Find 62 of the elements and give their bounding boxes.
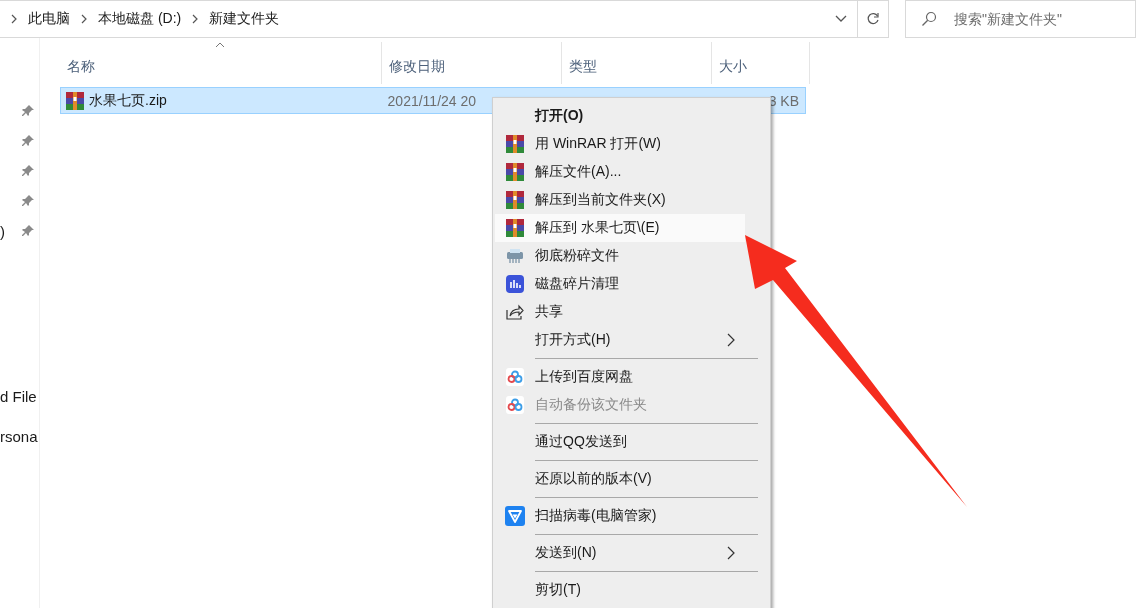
chevron-icon bbox=[10, 14, 18, 24]
menu-item-label: 通过QQ发送到 bbox=[535, 433, 627, 451]
menu-item[interactable]: 解压文件(A)... bbox=[495, 158, 745, 186]
shredder-icon bbox=[506, 248, 524, 264]
refresh-icon bbox=[866, 12, 881, 26]
chevron-icon bbox=[191, 14, 200, 24]
menu-item-label: 彻底粉碎文件 bbox=[535, 247, 619, 265]
menu-item[interactable]: 上传到百度网盘 bbox=[495, 363, 745, 391]
menu-item[interactable]: 剪切(T) bbox=[495, 576, 745, 604]
menu-item[interactable]: 扫描病毒(电脑管家) bbox=[495, 502, 745, 530]
menu-item-label: 还原以前的版本(V) bbox=[535, 470, 652, 488]
menu-item-label: 剪切(T) bbox=[535, 581, 581, 599]
refresh-button[interactable] bbox=[858, 0, 889, 38]
archive-file-icon bbox=[65, 90, 85, 111]
breadcrumb-item[interactable]: 新建文件夹 bbox=[209, 10, 280, 28]
menu-item[interactable]: 解压到当前文件夹(X) bbox=[495, 186, 745, 214]
sort-caret-icon bbox=[215, 42, 225, 48]
menu-item-label: 自动备份该文件夹 bbox=[535, 396, 647, 414]
menu-item-label: 解压到 水果七页\(E) bbox=[535, 219, 660, 237]
column-header[interactable]: 修改日期 bbox=[382, 42, 562, 84]
file-name: 水果七页.zip bbox=[89, 91, 167, 110]
menu-item-label: 共享 bbox=[535, 303, 563, 321]
menu-item[interactable]: 打开方式(H) bbox=[495, 326, 745, 354]
menu-item[interactable]: 解压到 水果七页\(E) bbox=[495, 214, 745, 242]
column-header[interactable]: 类型 bbox=[562, 42, 712, 84]
menu-item[interactable]: 用 WinRAR 打开(W) bbox=[495, 130, 745, 158]
archive-icon bbox=[505, 190, 525, 210]
column-header[interactable]: 名称 bbox=[60, 42, 382, 84]
chevron-icon bbox=[80, 14, 88, 24]
search-field[interactable]: 搜索"新建文件夹" bbox=[905, 0, 1136, 38]
menu-item-label: 上传到百度网盘 bbox=[535, 368, 633, 386]
column-header[interactable]: 大小 bbox=[712, 42, 810, 84]
nav-item-label[interactable]: rsona bbox=[0, 427, 38, 445]
menu-item[interactable]: 彻底粉碎文件 bbox=[495, 242, 745, 270]
menu-item-label: 解压到当前文件夹(X) bbox=[535, 191, 666, 209]
modified-date: 2021/11/24 20 bbox=[386, 92, 478, 109]
dropdown-caret-icon[interactable] bbox=[835, 15, 848, 23]
menu-item[interactable]: 发送到(N) bbox=[495, 539, 745, 567]
nav-item-label[interactable]: d File bbox=[0, 387, 37, 405]
menu-item[interactable]: 共享 bbox=[495, 298, 745, 326]
share-icon bbox=[506, 304, 524, 320]
archive-icon bbox=[505, 162, 525, 182]
shield-app-icon bbox=[505, 506, 525, 526]
chart-app-icon bbox=[506, 275, 524, 293]
search-icon bbox=[921, 11, 937, 27]
menu-item-label: 用 WinRAR 打开(W) bbox=[535, 135, 661, 153]
menu-item[interactable]: 通过QQ发送到 bbox=[495, 428, 745, 456]
menu-item[interactable]: 还原以前的版本(V) bbox=[495, 465, 745, 493]
menu-item-label: 解压文件(A)... bbox=[535, 163, 622, 181]
menu-item-label: 发送到(N) bbox=[535, 544, 597, 562]
breadcrumb-item[interactable]: 本地磁盘 (D:) bbox=[98, 10, 182, 28]
archive-icon bbox=[505, 218, 525, 238]
menu-item[interactable]: 磁盘碎片清理 bbox=[495, 270, 745, 298]
archive-icon bbox=[505, 134, 525, 154]
menu-item-label: 扫描病毒(电脑管家) bbox=[535, 507, 657, 525]
nav-item-label[interactable]: ) bbox=[0, 222, 5, 240]
cloud-app-icon bbox=[506, 396, 524, 414]
cloud-app-icon bbox=[506, 368, 524, 386]
menu-item-label: 打开方式(H) bbox=[535, 331, 611, 349]
address-bar[interactable]: 此电脑 本地磁盘 (D:) 新建文件夹 bbox=[0, 0, 859, 38]
breadcrumb-item[interactable]: 此电脑 bbox=[28, 10, 70, 28]
menu-item-label: 磁盘碎片清理 bbox=[535, 275, 619, 293]
